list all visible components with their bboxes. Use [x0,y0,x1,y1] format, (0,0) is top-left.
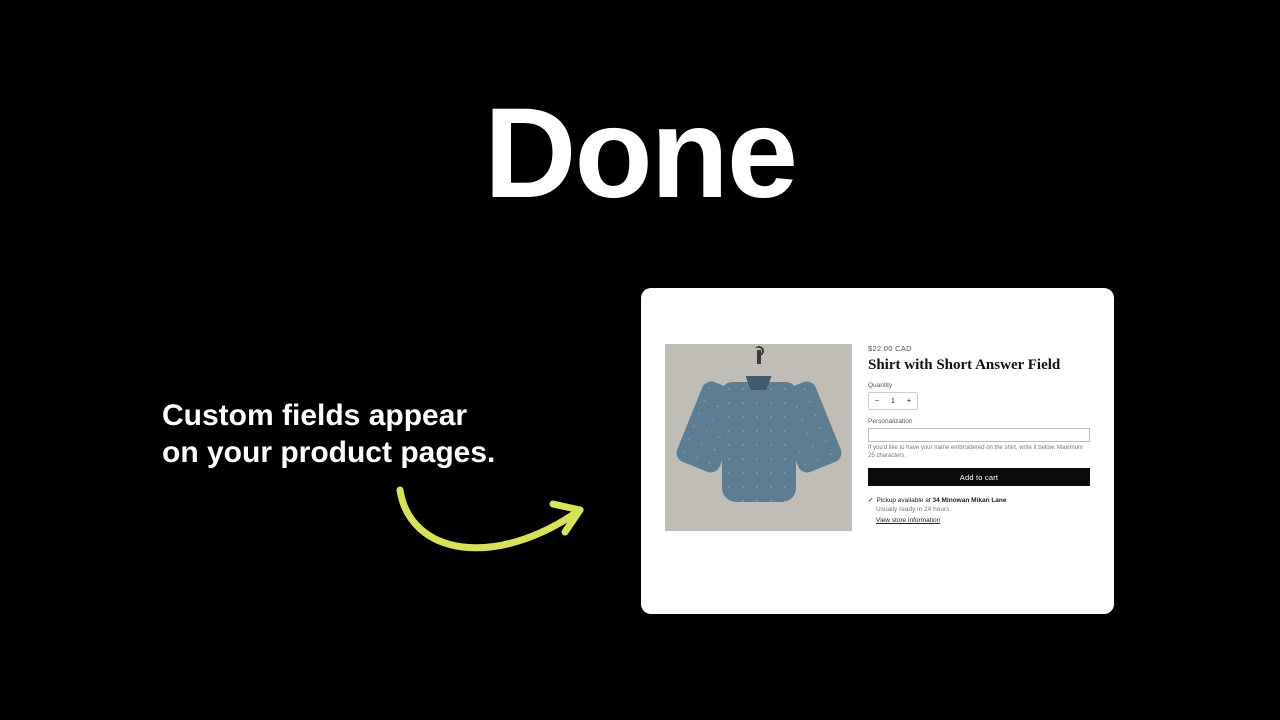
product-page-content: $22.00 CAD Shirt with Short Answer Field… [665,344,1090,590]
callout-arrow-icon [385,480,595,570]
add-to-cart-button[interactable]: Add to cart [868,468,1090,486]
shirt-illustration [694,372,824,504]
quantity-decrease-button[interactable]: − [869,393,885,409]
product-image [665,344,852,531]
product-details: $22.00 CAD Shirt with Short Answer Field… [868,344,1090,590]
pickup-eta: Usually ready in 24 hours [876,506,1090,513]
pickup-availability: ✓Pickup available at 34 Minowan Mikan La… [868,496,1090,524]
slide-headline: Done [0,80,1280,227]
product-title: Shirt with Short Answer Field [868,357,1090,374]
pickup-prefix: Pickup available at [876,497,932,504]
personalization-hint: If you'd like to have your name embroide… [868,445,1090,460]
pickup-link-row: View store information [876,517,1090,524]
pickup-line-1: ✓Pickup available at 34 Minowan Mikan La… [868,496,1090,504]
product-price: $22.00 CAD [868,344,1090,353]
pickup-location: 34 Minowan Mikan Lane [932,497,1006,504]
check-icon: ✓ [868,497,873,504]
slide-caption: Custom fields appear on your product pag… [162,398,495,471]
quantity-label: Quantity [868,382,1090,389]
quantity-value: 1 [885,398,901,405]
personalization-label: Personalization [868,418,1090,425]
view-store-info-link[interactable]: View store information [876,517,940,524]
product-page-card: $22.00 CAD Shirt with Short Answer Field… [641,288,1114,614]
caption-line-1: Custom fields appear [162,398,495,435]
hanger-stem-icon [757,350,761,364]
quantity-increase-button[interactable]: + [901,393,917,409]
caption-line-2: on your product pages. [162,435,495,472]
quantity-stepper: − 1 + [868,392,918,410]
slide-stage: Done Custom fields appear on your produc… [0,0,1280,720]
personalization-input[interactable] [868,428,1090,442]
